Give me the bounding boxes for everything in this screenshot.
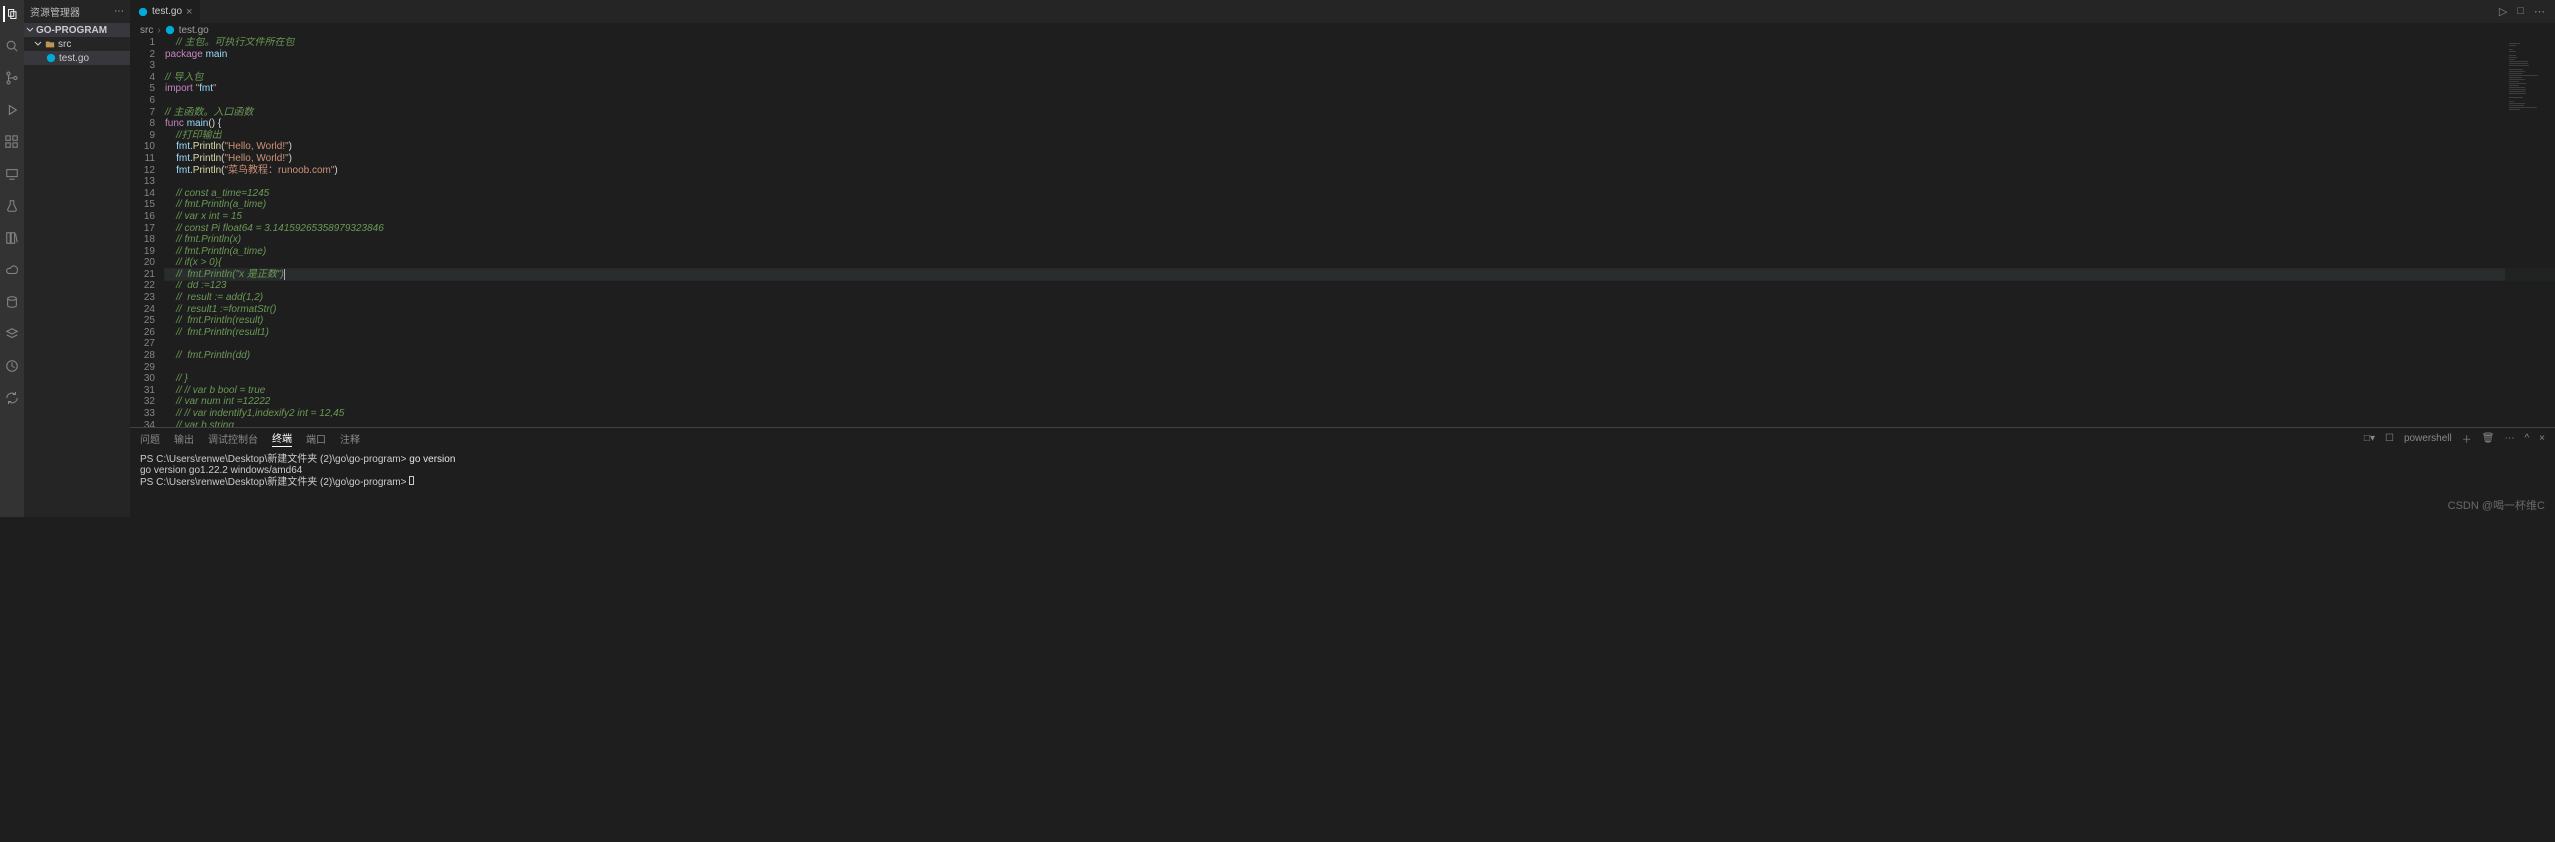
cloud-icon[interactable]	[4, 262, 20, 278]
chevron-down-icon	[26, 26, 34, 34]
activity-bar	[0, 0, 24, 517]
sync-icon[interactable]	[4, 390, 20, 406]
chevron-right-icon: ›	[157, 25, 160, 36]
search-icon[interactable]	[4, 38, 20, 54]
bottom-panel: 问题 输出 调试控制台 终端 端口 注释 □▾ ☐ powershell ＋ 🗑…	[130, 427, 2555, 517]
explorer-title: 资源管理器	[30, 4, 80, 19]
main-area: test.go × ▷ □ ⋯ src › test.go 1234567891…	[130, 0, 2555, 517]
tab-testgo[interactable]: test.go ×	[130, 0, 201, 23]
books-icon[interactable]	[4, 230, 20, 246]
minimap[interactable]	[2505, 37, 2555, 427]
debug-icon[interactable]	[4, 102, 20, 118]
split-editor-icon[interactable]: □	[2517, 5, 2524, 18]
panel-tabs: 问题 输出 调试控制台 终端 端口 注释 □▾ ☐ powershell ＋ 🗑…	[130, 428, 2555, 448]
layers-icon[interactable]	[4, 326, 20, 342]
add-terminal-icon[interactable]: ＋	[2462, 431, 2472, 446]
kill-terminal-icon[interactable]: 🗑	[2482, 433, 2495, 444]
tree-label: src	[58, 39, 71, 50]
panel-tab-terminal[interactable]: 终端	[272, 430, 292, 447]
sidebar: 资源管理器 ⋯ GO-PROGRAM src test.go	[24, 0, 130, 517]
tab-bar: test.go × ▷ □ ⋯	[130, 0, 2555, 23]
tab-actions: ▷ □ ⋯	[2499, 5, 2555, 18]
maximize-icon[interactable]: ^	[2524, 433, 2529, 444]
code-editor[interactable]: 1234567891011121314151617181920212223242…	[130, 37, 2555, 427]
timeline-icon[interactable]	[4, 358, 20, 374]
source-control-icon[interactable]	[4, 70, 20, 86]
terminal-shell-icon[interactable]: ☐	[2385, 433, 2394, 444]
testing-icon[interactable]	[4, 198, 20, 214]
tree-folder-src[interactable]: src	[24, 37, 130, 51]
panel-tab-output[interactable]: 输出	[174, 431, 194, 446]
go-file-icon	[138, 7, 148, 17]
panel-tab-problems[interactable]: 问题	[140, 431, 160, 446]
terminal-content[interactable]: PS C:\Users\renwe\Desktop\新建文件夹 (2)\go\g…	[130, 448, 2555, 517]
go-file-icon	[165, 25, 175, 35]
code-content[interactable]: // 主包。可执行文件所在包package main// 导入包import "…	[165, 37, 2555, 427]
terminal-split-icon[interactable]: □▾	[2364, 433, 2375, 444]
more-icon[interactable]: ⋯	[2504, 433, 2514, 444]
breadcrumb[interactable]: src › test.go	[130, 23, 2555, 37]
folder-icon	[45, 39, 55, 49]
more-icon[interactable]: ⋯	[114, 6, 124, 17]
breadcrumb-segment[interactable]: src	[140, 25, 153, 36]
explorer-icon[interactable]	[3, 6, 19, 22]
chevron-down-icon	[34, 40, 42, 48]
tree-file-testgo[interactable]: test.go	[24, 51, 130, 65]
remote-icon[interactable]	[4, 166, 20, 182]
panel-tab-ports[interactable]: 端口	[306, 431, 326, 446]
tree-label: test.go	[59, 53, 89, 64]
tab-label: test.go	[152, 6, 182, 17]
run-icon[interactable]: ▷	[2499, 5, 2507, 18]
more-icon[interactable]: ⋯	[2534, 5, 2545, 18]
extensions-icon[interactable]	[4, 134, 20, 150]
sidebar-header: 资源管理器 ⋯	[24, 0, 130, 23]
close-panel-icon[interactable]: ×	[2539, 433, 2545, 444]
go-file-icon	[46, 53, 56, 63]
breadcrumb-segment[interactable]: test.go	[179, 25, 209, 36]
line-numbers: 1234567891011121314151617181920212223242…	[130, 37, 165, 427]
shell-label[interactable]: powershell	[2404, 433, 2452, 444]
panel-tab-debug[interactable]: 调试控制台	[208, 431, 258, 446]
project-name: GO-PROGRAM	[36, 25, 107, 36]
panel-tab-comments[interactable]: 注释	[340, 431, 360, 446]
close-icon[interactable]: ×	[186, 6, 192, 18]
project-root[interactable]: GO-PROGRAM	[24, 23, 130, 37]
database-icon[interactable]	[4, 294, 20, 310]
